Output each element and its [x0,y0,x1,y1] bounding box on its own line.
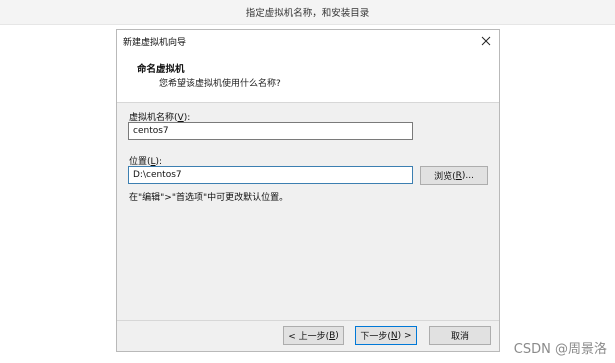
dialog-title: 新建虚拟机向导 [123,37,187,48]
default-location-hint: 在"编辑">"首选项"中可更改默认位置。 [129,193,289,203]
cancel-button[interactable]: 取消 [429,326,491,345]
dialog-titlebar: 新建虚拟机向导 [117,30,499,52]
header-title: 命名虚拟机 [137,64,185,75]
wizard-header: 命名虚拟机 您希望该虚拟机使用什么名称? [117,52,499,103]
vm-name-input[interactable]: centos7 [128,122,413,140]
close-button[interactable] [477,32,495,50]
caption-text: 指定虚拟机名称，和安装目录 [245,8,370,19]
caption-bar: 指定虚拟机名称，和安装目录 [0,0,615,25]
new-vm-wizard-dialog: 新建虚拟机向导 命名虚拟机 您希望该虚拟机使用什么名称? 虚拟机名称(V): c… [116,29,500,352]
location-input[interactable]: D:\centos7 [128,166,413,184]
next-button[interactable]: 下一步(N) > [355,326,417,345]
location-value: D:\centos7 [133,170,182,180]
csdn-watermark: CSDN @周景洛 [513,342,607,357]
close-icon [481,36,491,46]
browse-button[interactable]: 浏览(R)... [420,166,488,185]
prev-button[interactable]: < 上一步(B) [283,326,344,345]
wizard-footer: < 上一步(B) 下一步(N) > 取消 [117,320,499,351]
header-subtitle: 您希望该虚拟机使用什么名称? [159,79,281,89]
vm-name-value: centos7 [133,126,169,136]
